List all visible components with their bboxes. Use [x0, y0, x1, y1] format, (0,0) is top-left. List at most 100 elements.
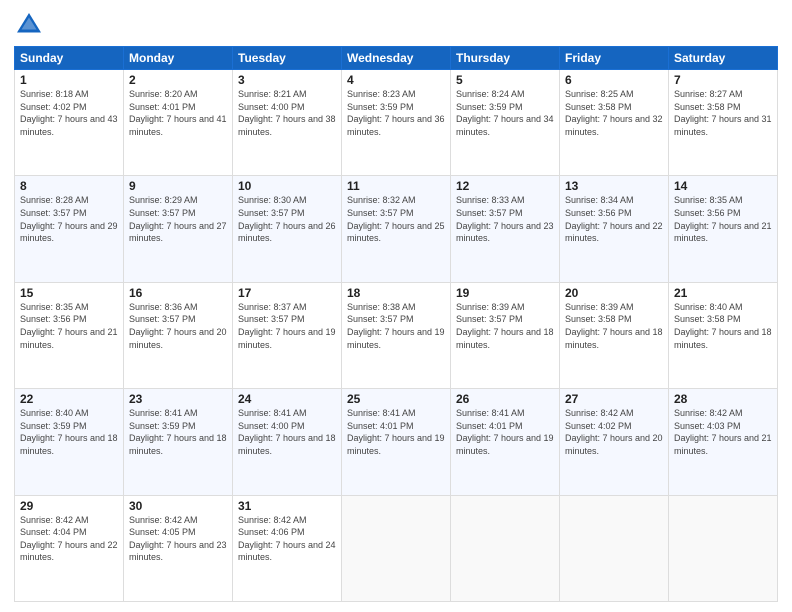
day-detail: Sunrise: 8:41 AMSunset: 4:01 PMDaylight:… [456, 408, 554, 456]
day-detail: Sunrise: 8:23 AMSunset: 3:59 PMDaylight:… [347, 89, 445, 137]
day-detail: Sunrise: 8:35 AMSunset: 3:56 PMDaylight:… [674, 195, 772, 243]
day-detail: Sunrise: 8:40 AMSunset: 3:58 PMDaylight:… [674, 302, 772, 350]
calendar-cell: 17 Sunrise: 8:37 AMSunset: 3:57 PMDaylig… [233, 282, 342, 388]
day-number: 2 [129, 73, 227, 87]
calendar-cell: 13 Sunrise: 8:34 AMSunset: 3:56 PMDaylig… [560, 176, 669, 282]
calendar-cell: 6 Sunrise: 8:25 AMSunset: 3:58 PMDayligh… [560, 70, 669, 176]
day-number: 16 [129, 286, 227, 300]
calendar-cell [560, 495, 669, 601]
day-detail: Sunrise: 8:42 AMSunset: 4:02 PMDaylight:… [565, 408, 663, 456]
day-number: 14 [674, 179, 772, 193]
calendar-cell: 14 Sunrise: 8:35 AMSunset: 3:56 PMDaylig… [669, 176, 778, 282]
day-detail: Sunrise: 8:21 AMSunset: 4:00 PMDaylight:… [238, 89, 336, 137]
day-detail: Sunrise: 8:40 AMSunset: 3:59 PMDaylight:… [20, 408, 118, 456]
calendar-day-header: Saturday [669, 47, 778, 70]
day-detail: Sunrise: 8:39 AMSunset: 3:58 PMDaylight:… [565, 302, 663, 350]
day-number: 22 [20, 392, 118, 406]
calendar-cell: 19 Sunrise: 8:39 AMSunset: 3:57 PMDaylig… [451, 282, 560, 388]
calendar-cell: 4 Sunrise: 8:23 AMSunset: 3:59 PMDayligh… [342, 70, 451, 176]
day-number: 6 [565, 73, 663, 87]
day-number: 17 [238, 286, 336, 300]
calendar-cell: 29 Sunrise: 8:42 AMSunset: 4:04 PMDaylig… [15, 495, 124, 601]
calendar-header-row: SundayMondayTuesdayWednesdayThursdayFrid… [15, 47, 778, 70]
calendar-cell: 3 Sunrise: 8:21 AMSunset: 4:00 PMDayligh… [233, 70, 342, 176]
calendar-cell [669, 495, 778, 601]
calendar-cell: 16 Sunrise: 8:36 AMSunset: 3:57 PMDaylig… [124, 282, 233, 388]
calendar-week-row: 8 Sunrise: 8:28 AMSunset: 3:57 PMDayligh… [15, 176, 778, 282]
day-detail: Sunrise: 8:41 AMSunset: 4:00 PMDaylight:… [238, 408, 336, 456]
day-detail: Sunrise: 8:42 AMSunset: 4:06 PMDaylight:… [238, 515, 336, 563]
day-number: 19 [456, 286, 554, 300]
calendar-cell: 22 Sunrise: 8:40 AMSunset: 3:59 PMDaylig… [15, 389, 124, 495]
day-number: 27 [565, 392, 663, 406]
calendar-cell: 12 Sunrise: 8:33 AMSunset: 3:57 PMDaylig… [451, 176, 560, 282]
calendar: SundayMondayTuesdayWednesdayThursdayFrid… [14, 46, 778, 602]
header [14, 10, 778, 40]
calendar-cell: 20 Sunrise: 8:39 AMSunset: 3:58 PMDaylig… [560, 282, 669, 388]
day-number: 12 [456, 179, 554, 193]
day-number: 15 [20, 286, 118, 300]
day-detail: Sunrise: 8:35 AMSunset: 3:56 PMDaylight:… [20, 302, 118, 350]
day-number: 23 [129, 392, 227, 406]
calendar-week-row: 29 Sunrise: 8:42 AMSunset: 4:04 PMDaylig… [15, 495, 778, 601]
day-detail: Sunrise: 8:30 AMSunset: 3:57 PMDaylight:… [238, 195, 336, 243]
day-detail: Sunrise: 8:36 AMSunset: 3:57 PMDaylight:… [129, 302, 227, 350]
day-number: 7 [674, 73, 772, 87]
day-detail: Sunrise: 8:42 AMSunset: 4:05 PMDaylight:… [129, 515, 227, 563]
day-detail: Sunrise: 8:20 AMSunset: 4:01 PMDaylight:… [129, 89, 227, 137]
calendar-day-header: Tuesday [233, 47, 342, 70]
calendar-cell: 30 Sunrise: 8:42 AMSunset: 4:05 PMDaylig… [124, 495, 233, 601]
day-detail: Sunrise: 8:32 AMSunset: 3:57 PMDaylight:… [347, 195, 445, 243]
day-number: 5 [456, 73, 554, 87]
calendar-cell: 25 Sunrise: 8:41 AMSunset: 4:01 PMDaylig… [342, 389, 451, 495]
day-number: 18 [347, 286, 445, 300]
day-number: 25 [347, 392, 445, 406]
calendar-cell: 15 Sunrise: 8:35 AMSunset: 3:56 PMDaylig… [15, 282, 124, 388]
day-detail: Sunrise: 8:18 AMSunset: 4:02 PMDaylight:… [20, 89, 118, 137]
calendar-cell: 26 Sunrise: 8:41 AMSunset: 4:01 PMDaylig… [451, 389, 560, 495]
calendar-cell: 7 Sunrise: 8:27 AMSunset: 3:58 PMDayligh… [669, 70, 778, 176]
calendar-week-row: 22 Sunrise: 8:40 AMSunset: 3:59 PMDaylig… [15, 389, 778, 495]
day-detail: Sunrise: 8:34 AMSunset: 3:56 PMDaylight:… [565, 195, 663, 243]
calendar-cell: 27 Sunrise: 8:42 AMSunset: 4:02 PMDaylig… [560, 389, 669, 495]
calendar-cell: 2 Sunrise: 8:20 AMSunset: 4:01 PMDayligh… [124, 70, 233, 176]
day-number: 29 [20, 499, 118, 513]
day-detail: Sunrise: 8:42 AMSunset: 4:03 PMDaylight:… [674, 408, 772, 456]
day-number: 3 [238, 73, 336, 87]
day-number: 1 [20, 73, 118, 87]
calendar-cell: 21 Sunrise: 8:40 AMSunset: 3:58 PMDaylig… [669, 282, 778, 388]
day-detail: Sunrise: 8:33 AMSunset: 3:57 PMDaylight:… [456, 195, 554, 243]
day-detail: Sunrise: 8:39 AMSunset: 3:57 PMDaylight:… [456, 302, 554, 350]
day-detail: Sunrise: 8:27 AMSunset: 3:58 PMDaylight:… [674, 89, 772, 137]
calendar-cell: 1 Sunrise: 8:18 AMSunset: 4:02 PMDayligh… [15, 70, 124, 176]
calendar-week-row: 1 Sunrise: 8:18 AMSunset: 4:02 PMDayligh… [15, 70, 778, 176]
calendar-cell [342, 495, 451, 601]
calendar-cell: 8 Sunrise: 8:28 AMSunset: 3:57 PMDayligh… [15, 176, 124, 282]
calendar-cell: 5 Sunrise: 8:24 AMSunset: 3:59 PMDayligh… [451, 70, 560, 176]
calendar-cell: 31 Sunrise: 8:42 AMSunset: 4:06 PMDaylig… [233, 495, 342, 601]
day-detail: Sunrise: 8:25 AMSunset: 3:58 PMDaylight:… [565, 89, 663, 137]
calendar-cell: 10 Sunrise: 8:30 AMSunset: 3:57 PMDaylig… [233, 176, 342, 282]
day-number: 11 [347, 179, 445, 193]
day-number: 24 [238, 392, 336, 406]
day-number: 8 [20, 179, 118, 193]
calendar-day-header: Sunday [15, 47, 124, 70]
logo-icon [14, 10, 44, 40]
calendar-day-header: Thursday [451, 47, 560, 70]
day-number: 9 [129, 179, 227, 193]
calendar-cell [451, 495, 560, 601]
calendar-cell: 9 Sunrise: 8:29 AMSunset: 3:57 PMDayligh… [124, 176, 233, 282]
day-number: 21 [674, 286, 772, 300]
day-detail: Sunrise: 8:28 AMSunset: 3:57 PMDaylight:… [20, 195, 118, 243]
day-detail: Sunrise: 8:41 AMSunset: 3:59 PMDaylight:… [129, 408, 227, 456]
calendar-cell: 28 Sunrise: 8:42 AMSunset: 4:03 PMDaylig… [669, 389, 778, 495]
calendar-cell: 18 Sunrise: 8:38 AMSunset: 3:57 PMDaylig… [342, 282, 451, 388]
day-number: 10 [238, 179, 336, 193]
day-detail: Sunrise: 8:37 AMSunset: 3:57 PMDaylight:… [238, 302, 336, 350]
day-detail: Sunrise: 8:42 AMSunset: 4:04 PMDaylight:… [20, 515, 118, 563]
calendar-day-header: Friday [560, 47, 669, 70]
day-number: 13 [565, 179, 663, 193]
day-detail: Sunrise: 8:41 AMSunset: 4:01 PMDaylight:… [347, 408, 445, 456]
day-number: 31 [238, 499, 336, 513]
calendar-day-header: Monday [124, 47, 233, 70]
